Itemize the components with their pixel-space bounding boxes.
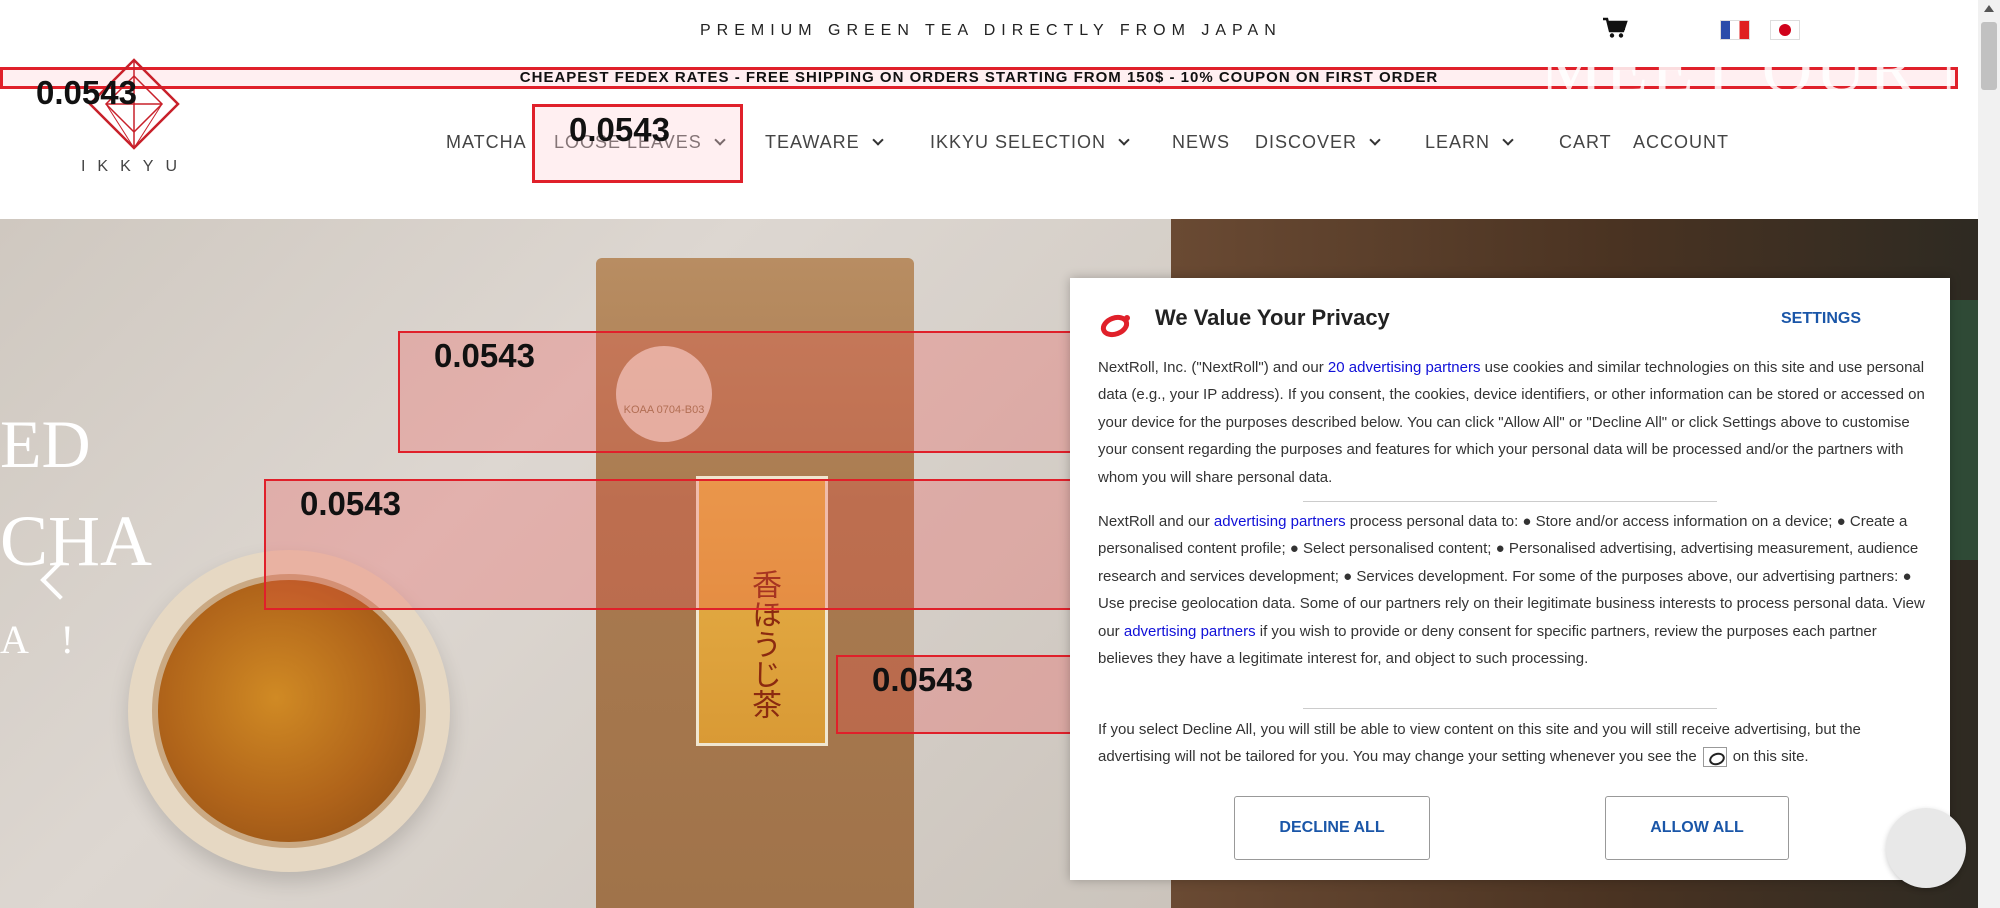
consent-intro-text: NextRoll, Inc. ("NextRoll") and our 20 a… bbox=[1098, 359, 1925, 486]
settings-button[interactable]: SETTINGS bbox=[1781, 310, 1861, 328]
page: PREMIUM GREEN TEA DIRECTLY FROM JAPAN CH… bbox=[0, 0, 2000, 908]
hero-right-heading: MEET OUR N bbox=[1540, 31, 1993, 108]
highlight-box-2: 0.0543 bbox=[264, 479, 1138, 610]
scroll-up-icon[interactable] bbox=[1984, 5, 1994, 12]
tagline: PREMIUM GREEN TEA DIRECTLY FROM JAPAN bbox=[700, 22, 1282, 39]
hero-headline-line-1: ED bbox=[0, 406, 91, 482]
logo-text: IKKYU bbox=[80, 158, 189, 175]
nav-teaware-label: TEAWARE bbox=[765, 132, 860, 152]
nav-learn-label: LEARN bbox=[1425, 132, 1491, 152]
nextroll-logo-icon bbox=[1100, 314, 1130, 338]
nav-learn[interactable]: LEARN bbox=[1425, 132, 1514, 153]
score-label-2: 0.0543 bbox=[300, 485, 401, 522]
consent-settings-icon bbox=[1702, 747, 1727, 768]
nav-account[interactable]: ACCOUNT bbox=[1633, 132, 1729, 153]
highlight-box-1: 0.0543 bbox=[398, 331, 1138, 453]
hero-headline-line-2: CHA bbox=[0, 501, 153, 581]
divider bbox=[1303, 501, 1717, 502]
nav-ikkyu-selection-label: IKKYU SELECTION bbox=[930, 132, 1107, 152]
tea-liquid bbox=[152, 574, 426, 848]
highlight-nav-loose-leaves: 0.0543 bbox=[532, 104, 743, 183]
allow-all-button[interactable]: ALLOW ALL bbox=[1605, 796, 1789, 860]
dialog-title: We Value Your Privacy bbox=[1155, 305, 1390, 330]
chevron-down-icon bbox=[1369, 134, 1381, 146]
nav-discover[interactable]: DISCOVER bbox=[1255, 132, 1381, 153]
chevron-down-icon bbox=[1118, 134, 1130, 146]
shipping-banner-text: CHEAPEST FEDEX RATES - FREE SHIPPING ON … bbox=[519, 69, 1439, 86]
advertising-partners-link[interactable]: advertising partners bbox=[1214, 513, 1346, 530]
nav-cart[interactable]: CART bbox=[1559, 132, 1612, 153]
page-scrollbar[interactable] bbox=[1978, 0, 2000, 908]
advertising-partners-link[interactable]: advertising partners bbox=[1124, 623, 1256, 640]
chevron-down-icon bbox=[1502, 134, 1514, 146]
advertising-partners-link[interactable]: 20 advertising partners bbox=[1328, 359, 1481, 376]
consent-purposes-text: NextRoll and our advertising partners pr… bbox=[1098, 513, 1925, 668]
chevron-down-icon bbox=[872, 134, 884, 146]
nav-ikkyu-selection[interactable]: IKKYU SELECTION bbox=[930, 132, 1130, 153]
scroll-thumb[interactable] bbox=[1981, 22, 1997, 90]
privacy-consent-dialog: We Value Your Privacy SETTINGS NextRoll,… bbox=[1070, 278, 1950, 880]
divider bbox=[1303, 708, 1717, 709]
nav-matcha[interactable]: MATCHA bbox=[446, 132, 527, 153]
score-label-shipping-banner: 0.0543 bbox=[36, 74, 137, 111]
score-label-1: 0.0543 bbox=[434, 337, 535, 374]
consent-decline-text: If you select Decline All, you will stil… bbox=[1098, 716, 1926, 771]
nav-teaware[interactable]: TEAWARE bbox=[765, 132, 884, 153]
score-label-3: 0.0543 bbox=[872, 661, 973, 698]
chat-widget-button[interactable] bbox=[1886, 808, 1966, 888]
decline-all-button[interactable]: DECLINE ALL bbox=[1234, 796, 1430, 860]
score-label-nav: 0.0543 bbox=[569, 111, 670, 148]
nav-news[interactable]: NEWS bbox=[1172, 132, 1230, 153]
hero-subheadline: A ! bbox=[0, 617, 86, 662]
nav-discover-label: DISCOVER bbox=[1255, 132, 1358, 152]
